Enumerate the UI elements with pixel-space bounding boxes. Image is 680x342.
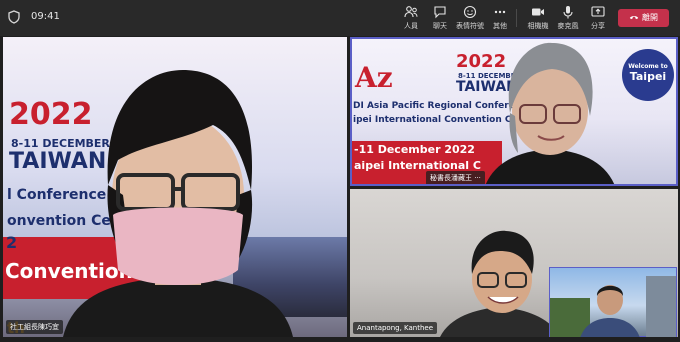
participant-name-bottom-right: Anantapong, Kanthee: [353, 322, 438, 334]
self-view[interactable]: [549, 267, 677, 337]
leave-label: 離開: [642, 13, 658, 22]
share-label: 分享: [591, 22, 605, 30]
participant-name-top-right: 秘書長潘藏王 ···: [426, 171, 485, 184]
chat-icon: [434, 6, 446, 19]
participant-video-left: [63, 70, 293, 337]
self-view-video: [550, 276, 676, 337]
people-icon: [404, 6, 418, 18]
leave-button[interactable]: 離開: [618, 9, 669, 27]
toolbar-divider: [516, 9, 517, 27]
share-icon: [591, 6, 605, 17]
welcome-small: Welcome to: [628, 63, 668, 70]
more-button[interactable]: 其他: [482, 5, 518, 33]
participant-video-top-right: [485, 42, 615, 184]
participant-video-bottom-right: [440, 230, 560, 337]
shield-icon: [8, 10, 20, 24]
share-button[interactable]: 分享: [580, 5, 616, 33]
video-tile-presenter[interactable]: 2022 8-11 DECEMBER TAIWAN l Conference o…: [3, 37, 347, 337]
hang-up-icon: [629, 15, 639, 20]
welcome-badge: Welcome to Taipei: [622, 49, 674, 101]
camera-icon: [532, 8, 544, 16]
smiley-icon: [463, 5, 477, 19]
banner-line3: 2: [6, 233, 18, 252]
meeting-timer: 09:41: [31, 11, 60, 22]
more-icon: [494, 10, 506, 14]
meeting-toolbar: 09:41 人員 聊天 表情符號 其他 相機機 麥克風 分享 離開: [0, 0, 680, 36]
video-tile-participant[interactable]: Anantapong, Kanthee: [350, 189, 678, 337]
banner-logo: Az: [355, 61, 393, 94]
banner-date-line: -11 December 2022: [354, 143, 475, 156]
participant-name-left: 社工組長陳巧宜: [6, 320, 63, 334]
video-tile-active-speaker[interactable]: Az 2022 8-11 DECEMBER TAIWAN DI Asia Pac…: [350, 37, 678, 186]
more-label: 其他: [493, 22, 507, 30]
microphone-icon: [563, 6, 573, 19]
welcome-big: Taipei: [629, 70, 667, 83]
